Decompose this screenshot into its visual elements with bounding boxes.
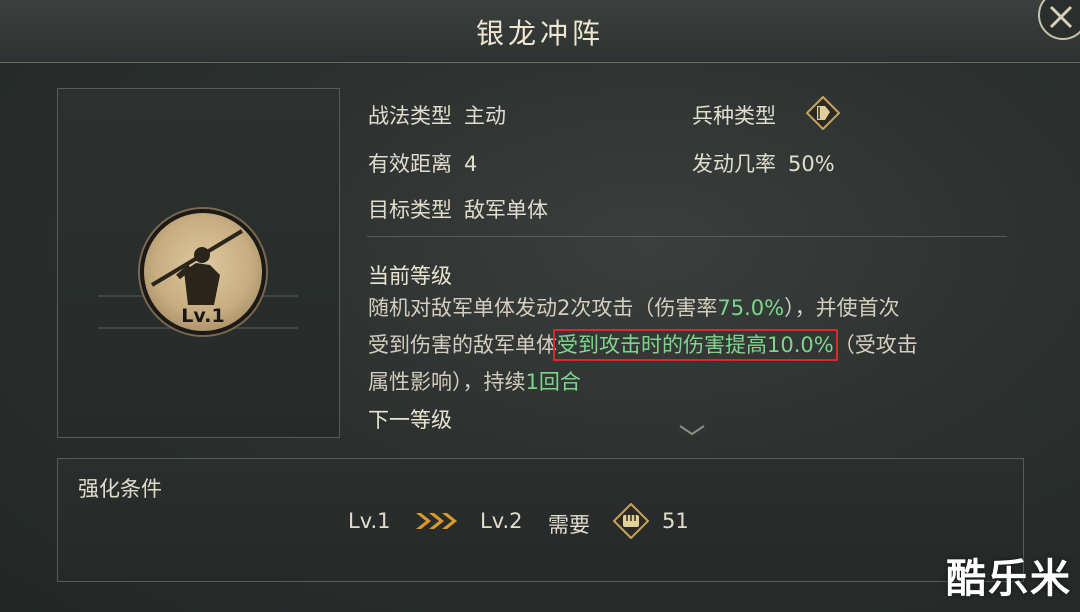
section-divider — [367, 236, 1007, 237]
enhance-title: 强化条件 — [78, 477, 162, 501]
trigger-rate-label: 发动几率 — [692, 152, 776, 176]
triple-chevron-right-icon — [416, 513, 457, 529]
desc-text: （受攻击 — [833, 333, 918, 357]
unit-type-label: 兵种类型 — [692, 104, 776, 128]
tactic-type-label: 战法类型 — [368, 104, 452, 128]
current-level-heading: 当前等级 — [368, 264, 452, 288]
highlighted-effect: 受到攻击时的伤害提高10.0% — [553, 329, 838, 361]
damage-rate-value: 75.0% — [717, 296, 785, 320]
watermark: 酷乐米 — [946, 556, 1072, 602]
from-level: Lv.1 — [348, 509, 391, 533]
next-level-heading: 下一等级 — [368, 408, 452, 432]
enhance-conditions-panel: 强化条件 Lv.1 Lv.2 需要 51 — [57, 458, 1024, 582]
title-bar: 银龙冲阵 — [0, 0, 1080, 63]
chevron-down-icon[interactable] — [678, 424, 706, 436]
desc-text: 受到伤害的敌军单体 — [368, 333, 557, 357]
tactic-portrait-panel: Lv.1 — [57, 88, 340, 438]
unit-type-row: 兵种类型 — [692, 100, 776, 130]
trigger-rate-value: 50% — [788, 152, 835, 176]
target-type-row: 目标类型 敌军单体 — [368, 194, 548, 224]
tactic-portrait: Lv.1 — [140, 209, 266, 335]
range-row: 有效距离 4 — [368, 148, 477, 178]
duration-value: 1回合 — [525, 370, 581, 394]
cost-value: 51 — [662, 509, 689, 533]
fist-icon — [613, 503, 649, 539]
range-label: 有效距离 — [368, 152, 452, 176]
target-type-value: 敌军单体 — [464, 198, 548, 222]
close-icon — [1049, 5, 1073, 29]
desc-line-2: 受到伤害的敌军单体受到攻击时的伤害提高10.0%（受攻击 — [368, 327, 1018, 364]
effect-value: 10.0% — [767, 333, 834, 357]
unit-type-icon[interactable] — [806, 96, 840, 130]
page-title: 银龙冲阵 — [475, 17, 604, 50]
effect-text: 受到攻击时的伤害提高 — [557, 333, 767, 357]
to-level: Lv.2 — [480, 509, 523, 533]
tactic-level-badge: Lv.1 — [181, 305, 225, 327]
current-level-description: 随机对敌军单体发动2次攻击（伤害率75.0%），并使首次 受到伤害的敌军单体受到… — [368, 290, 1018, 401]
desc-text: ），并使首次 — [784, 296, 900, 320]
desc-line-3: 属性影响），持续1回合 — [368, 364, 1018, 401]
tactic-type-value: 主动 — [464, 104, 506, 128]
range-value: 4 — [464, 152, 478, 176]
desc-text: 属性影响），持续 — [368, 370, 526, 394]
target-type-label: 目标类型 — [368, 198, 452, 222]
desc-line-1: 随机对敌军单体发动2次攻击（伤害率75.0%），并使首次 — [368, 290, 1018, 327]
trigger-rate-row: 发动几率 50% — [692, 148, 835, 178]
tactic-type-row: 战法类型 主动 — [368, 100, 506, 130]
desc-text: 随机对敌军单体发动2次攻击（伤害率 — [368, 296, 718, 320]
need-label: 需要 — [548, 513, 590, 537]
